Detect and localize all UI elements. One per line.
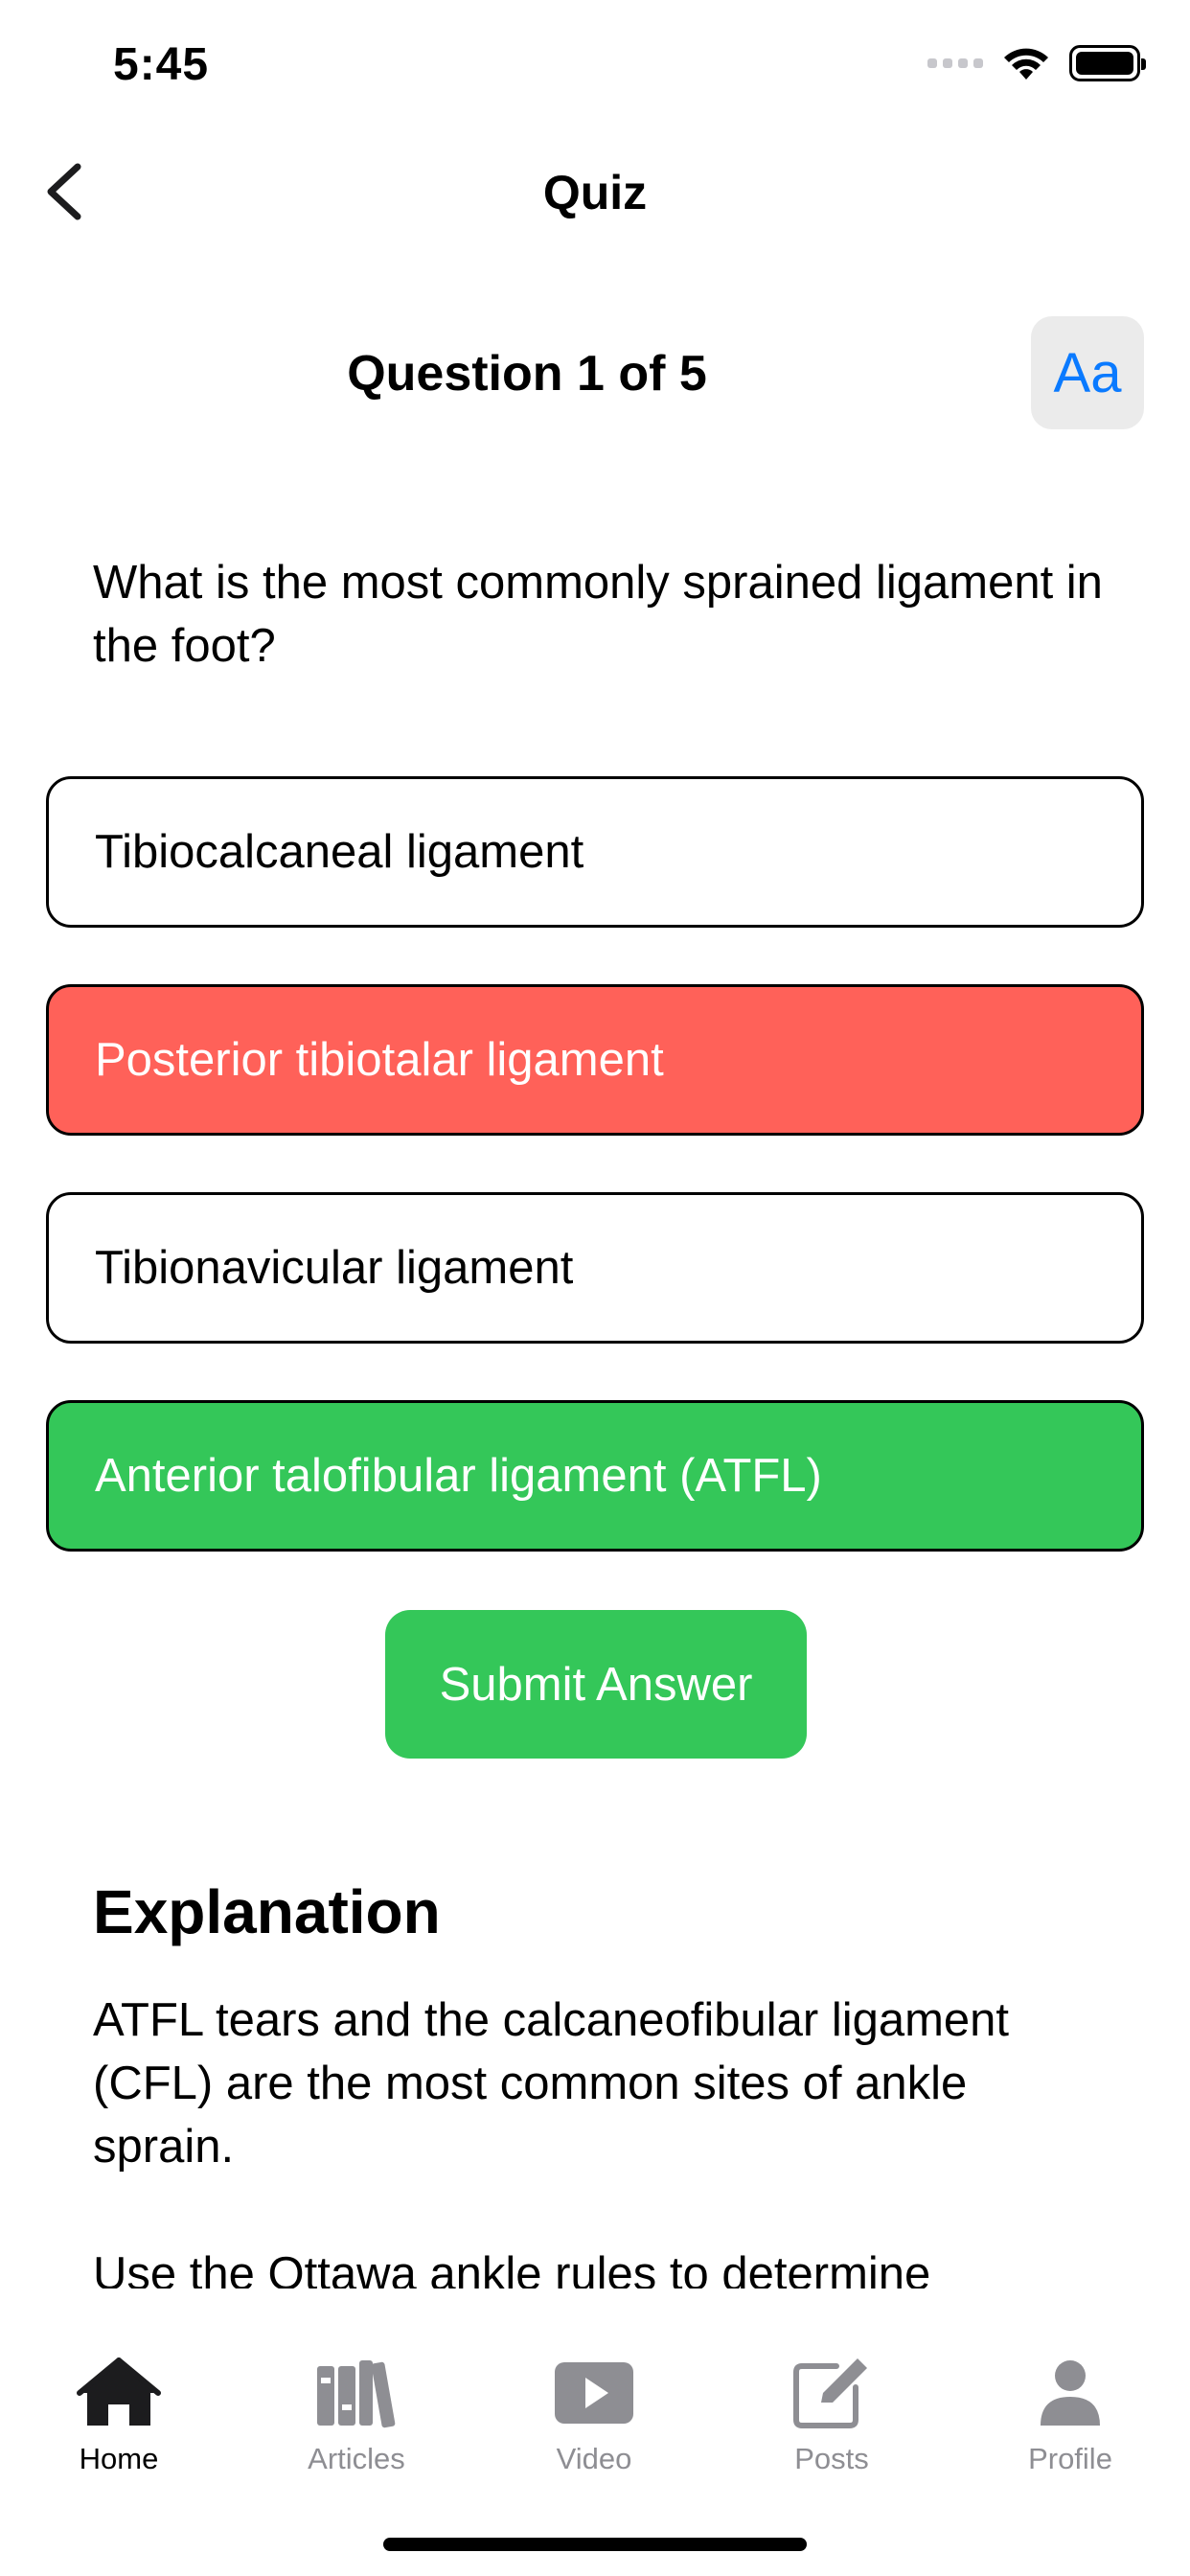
tab-label: Articles <box>308 2442 405 2475</box>
status-bar: 5:45 <box>0 0 1190 126</box>
explanation-text-continued: Use the Ottawa ankle rules to determine <box>93 2248 931 2288</box>
navigation-bar: Quiz <box>0 144 1190 240</box>
tab-label: Home <box>79 2442 159 2475</box>
tab-label: Video <box>556 2442 632 2475</box>
wifi-icon <box>1004 48 1048 80</box>
question-text: What is the most commonly sprained ligam… <box>93 557 1103 672</box>
tab-articles[interactable]: Articles <box>261 2350 452 2494</box>
tab-posts[interactable]: Posts <box>736 2350 927 2494</box>
compose-icon <box>784 2350 880 2436</box>
home-icon <box>71 2350 167 2436</box>
font-size-button[interactable]: Aa <box>1031 316 1144 429</box>
tab-label: Profile <box>1028 2442 1112 2475</box>
question-counter: Question 1 of 5 <box>347 346 707 402</box>
question-header: Question 1 of 5 Aa <box>0 316 1190 431</box>
tab-home[interactable]: Home <box>23 2350 215 2494</box>
status-icons <box>927 44 1146 82</box>
play-icon <box>546 2350 642 2436</box>
battery-icon <box>1069 45 1146 81</box>
cellular-signal-icon <box>927 58 983 68</box>
answer-option-3[interactable]: Tibionavicular ligament <box>46 1192 1144 1344</box>
person-icon <box>1022 2350 1118 2436</box>
books-icon <box>309 2350 404 2436</box>
tab-video[interactable]: Video <box>498 2350 690 2494</box>
answer-option-4-correct[interactable]: Anterior talofibular ligament (ATFL) <box>46 1400 1144 1552</box>
home-indicator <box>383 2538 807 2551</box>
answer-option-1[interactable]: Tibiocalcaneal ligament <box>46 776 1144 928</box>
answer-option-2-wrong[interactable]: Posterior tibiotalar ligament <box>46 984 1144 1136</box>
tab-profile[interactable]: Profile <box>974 2350 1166 2494</box>
explanation-text: ATFL tears and the calcaneofibular ligam… <box>93 1994 1010 2173</box>
submit-answer-button[interactable]: Submit Answer <box>385 1610 807 1759</box>
tab-label: Posts <box>794 2442 869 2475</box>
explanation-heading: Explanation <box>93 1877 441 1946</box>
status-time: 5:45 <box>113 39 210 90</box>
page-title: Quiz <box>542 166 648 219</box>
